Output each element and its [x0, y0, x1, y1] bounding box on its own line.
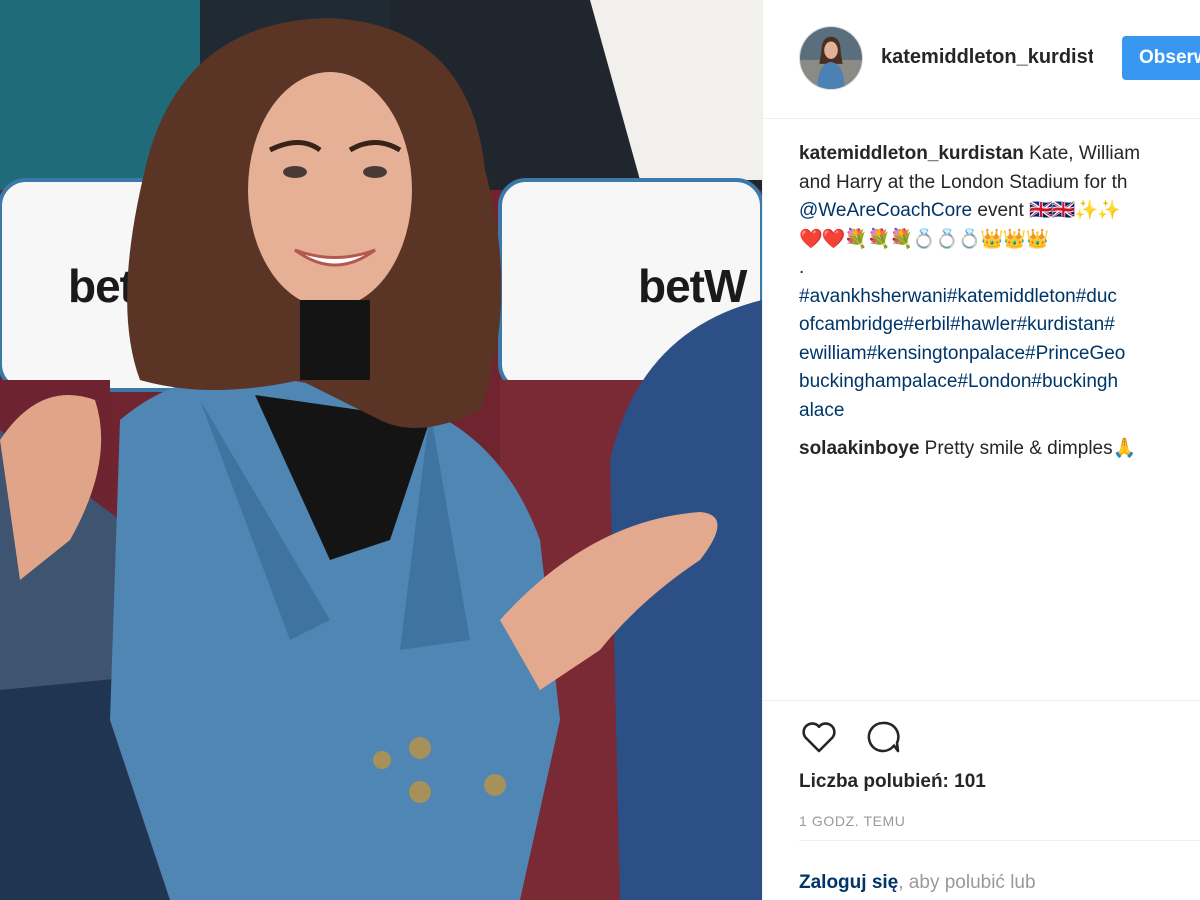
- header-username[interactable]: katemiddleton_kurdistan: [881, 46, 1093, 69]
- caption-author[interactable]: katemiddleton_kurdistan: [799, 143, 1024, 164]
- likes-count[interactable]: Liczba polubień: 101: [799, 771, 986, 793]
- avatar[interactable]: [799, 26, 863, 90]
- caption-text-3: event: [972, 200, 1030, 221]
- post-photo[interactable]: betW betW: [0, 0, 762, 900]
- login-prompt-text: , aby polubić lub: [898, 872, 1036, 893]
- sponsor-text-right: betW: [638, 260, 748, 312]
- photo-illustration: betW betW: [0, 0, 762, 900]
- post-actions: Liczba polubień: 101 1 GODZ. TEMU Zalogu…: [763, 700, 1200, 900]
- caption-mention-link[interactable]: @WeAreCoachCore: [799, 200, 972, 221]
- comment-author[interactable]: solaakinboye: [799, 438, 919, 459]
- comments-section: katemiddleton_kurdistan Kate, William an…: [799, 140, 1200, 464]
- post-timestamp[interactable]: 1 GODZ. TEMU: [799, 813, 906, 829]
- post-header: katemiddleton_kurdistan Obserwuj: [763, 0, 1200, 119]
- follow-button[interactable]: Obserwuj: [1122, 36, 1200, 80]
- caption-text-2: and Harry at the London Stadium for th: [799, 171, 1128, 193]
- caption-emoji-line: ❤️❤️💐💐💐💍💍💍👑👑👑: [799, 228, 1049, 250]
- login-prompt: Zaloguj się, aby polubić lub: [799, 872, 1036, 894]
- caption-dot: .: [799, 257, 805, 278]
- hashtag-line-1[interactable]: #avankhsherwani#katemiddleton#duc: [799, 283, 1200, 312]
- caption-line-3: @WeAreCoachCore event 🇬🇧🇬🇧✨✨: [799, 197, 1200, 226]
- caption-line-1: katemiddleton_kurdistan Kate, William: [799, 140, 1200, 169]
- comment-emoji: 🙏: [1112, 438, 1137, 459]
- heart-icon[interactable]: [799, 717, 839, 757]
- hashtag-line-2[interactable]: ofcambridge#erbil#hawler#kurdistan#: [799, 311, 1200, 340]
- avatar-image: [800, 27, 862, 89]
- comment-text: Pretty smile & dimples: [919, 438, 1113, 459]
- flag-emojis: 🇬🇧🇬🇧✨✨: [1029, 200, 1121, 221]
- post-side-panel: katemiddleton_kurdistan Obserwuj katemid…: [763, 0, 1200, 900]
- hashtag-line-5[interactable]: alace: [799, 397, 1200, 426]
- hashtag-line-3[interactable]: ewilliam#kensingtonpalace#PrinceGeo: [799, 340, 1200, 369]
- comment-item: solaakinboye Pretty smile & dimples🙏: [799, 435, 1200, 464]
- hashtag-line-4[interactable]: buckinghampalace#London#buckingh: [799, 368, 1200, 397]
- comment-bubble-icon[interactable]: [863, 717, 903, 757]
- actions-divider: [799, 840, 1200, 841]
- login-link[interactable]: Zaloguj się: [799, 872, 898, 893]
- caption-text-1: Kate, William: [1023, 143, 1141, 164]
